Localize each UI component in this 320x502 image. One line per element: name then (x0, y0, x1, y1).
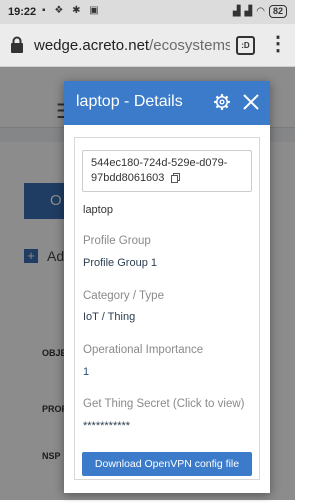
url-host: wedge.acreto.net (34, 37, 150, 54)
secret-value: *********** (83, 420, 131, 432)
thing-id: 544ec180-724d-529e-d079-97bdd8061603 (91, 157, 228, 184)
details-modal: laptop - Details 544ec180-724d-529e-d079… (64, 81, 270, 493)
battery-icon: 82 (268, 5, 287, 18)
profile-group-label: Profile Group (83, 235, 151, 247)
address-bar[interactable]: wedge.acreto.net/ecosystems, (34, 37, 230, 54)
bug-icon: ✱ (72, 5, 84, 16)
id-field[interactable]: 544ec180-724d-529e-d079-97bdd8061603 (82, 150, 252, 192)
importance-label: Operational Importance (83, 344, 204, 356)
status-icons: ▪ ❖ ✱ ▣ (42, 5, 102, 16)
system-icons: ▟ ▟ ◠ 82 (233, 5, 287, 18)
wifi-icon: ◠ (256, 6, 265, 17)
download-openvpn-button[interactable]: Download OpenVPN config file (82, 452, 252, 476)
signal-icon: ▟ (244, 6, 253, 17)
signal-icon: ▟ (232, 6, 241, 17)
tab-switcher-button[interactable]: :D (236, 36, 255, 55)
status-bar: 19:22 ▪ ❖ ✱ ▣ ▟ ▟ ◠ 82 (0, 0, 295, 24)
profile-group-value: Profile Group 1 (83, 257, 157, 269)
lock-icon: ▣ (89, 5, 102, 16)
dropbox-icon: ❖ (54, 5, 67, 16)
secret-link[interactable]: Get Thing Secret (Click to view) (83, 398, 244, 410)
gear-icon[interactable] (213, 93, 231, 111)
category-label: Category / Type (83, 290, 164, 302)
url-path: /ecosystems, (149, 37, 230, 54)
details-panel: 544ec180-724d-529e-d079-97bdd8061603 lap… (74, 137, 260, 480)
category-value: IoT / Thing (83, 311, 136, 323)
importance-value: 1 (83, 366, 90, 378)
close-icon[interactable] (242, 93, 260, 111)
modal-header: laptop - Details (64, 81, 270, 125)
copy-icon[interactable] (171, 173, 181, 183)
clock: 19:22 (8, 6, 37, 18)
more-menu-icon[interactable]: ⋮ (268, 34, 288, 54)
browser-toolbar: wedge.acreto.net/ecosystems, :D ⋮ (0, 24, 295, 67)
notification-icon: ▪ (42, 5, 49, 16)
lock-icon[interactable] (9, 36, 25, 54)
modal-title: laptop - Details (76, 93, 183, 110)
thing-name: laptop (83, 204, 113, 216)
